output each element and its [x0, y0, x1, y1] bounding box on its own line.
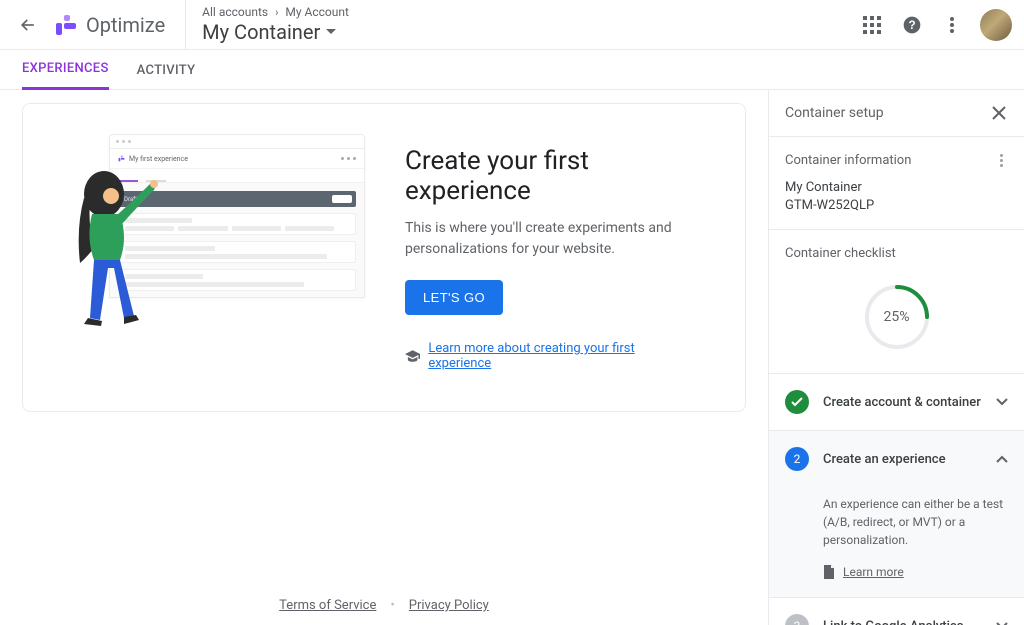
step-number-badge: 2: [785, 447, 809, 471]
close-icon: [992, 106, 1006, 120]
tab-activity[interactable]: ACTIVITY: [137, 50, 196, 90]
more-vert-icon: [1000, 154, 1003, 167]
checklist-item-link-analytics[interactable]: 3 Link to Google Analytics: [769, 598, 1024, 625]
app-header: Optimize All accounts › My Account My Co…: [0, 0, 1024, 50]
checklist-label: Container checklist: [785, 246, 896, 261]
check-done-icon: [785, 390, 809, 414]
container-info-label: Container information: [785, 153, 911, 168]
breadcrumb-all-accounts[interactable]: All accounts: [202, 5, 268, 19]
illustration: My first experience Draft: [71, 140, 371, 320]
container-selector[interactable]: My Container: [202, 20, 349, 44]
container-info-more-button[interactable]: [994, 154, 1008, 168]
checklist-item-title: Link to Google Analytics: [823, 619, 982, 625]
onboarding-card: My first experience Draft: [22, 103, 746, 412]
main-content: My first experience Draft: [0, 90, 768, 625]
more-button[interactable]: [940, 13, 964, 37]
container-name-value: My Container: [785, 180, 1008, 195]
container-id-value: GTM-W252QLP: [785, 198, 1008, 213]
apps-grid-icon: [863, 16, 881, 34]
arrow-left-icon: [18, 15, 38, 35]
side-panel: Container setup Container information My…: [768, 90, 1024, 625]
progress-text: 25%: [863, 283, 931, 351]
caret-down-icon: [326, 29, 336, 35]
checklist-section: Container checklist 25%: [769, 230, 1024, 374]
chevron-right-icon: ›: [275, 6, 278, 19]
apps-button[interactable]: [860, 13, 884, 37]
breadcrumb-area: All accounts › My Account My Container: [186, 0, 349, 50]
container-name: My Container: [202, 20, 320, 44]
help-icon: ?: [902, 15, 922, 35]
more-vert-icon: [950, 17, 954, 33]
lets-go-button[interactable]: LET'S GO: [405, 280, 503, 315]
close-sidepanel-button[interactable]: [990, 104, 1008, 122]
brand-name: Optimize: [86, 13, 165, 37]
document-icon: [823, 565, 835, 579]
progress-ring: 25%: [863, 283, 931, 351]
checklist-item-body: An experience can either be a test (A/B,…: [823, 495, 1008, 549]
tos-link[interactable]: Terms of Service: [279, 598, 376, 613]
tab-bar: EXPERIENCES ACTIVITY: [0, 50, 1024, 90]
card-title: Create your first experience: [405, 146, 689, 206]
container-info-section: Container information My Container GTM-W…: [769, 137, 1024, 230]
header-actions: ?: [860, 9, 1012, 41]
chevron-down-icon: [996, 398, 1008, 406]
footer: Terms of Service • Privacy Policy: [0, 598, 768, 613]
learn-more-link[interactable]: Learn more: [843, 563, 904, 581]
graduation-cap-icon: [405, 350, 420, 362]
breadcrumb: All accounts › My Account: [202, 5, 349, 19]
svg-text:?: ?: [908, 19, 915, 32]
brand: Optimize: [54, 0, 186, 50]
chevron-up-icon: [996, 455, 1008, 463]
checklist-item-create-account[interactable]: Create account & container: [769, 374, 1024, 431]
back-button[interactable]: [16, 13, 40, 37]
learn-more-link[interactable]: Learn more about creating your first exp…: [428, 341, 689, 371]
tab-experiences[interactable]: EXPERIENCES: [22, 50, 109, 90]
breadcrumb-my-account[interactable]: My Account: [285, 5, 349, 19]
person-illustration-icon: [66, 168, 164, 328]
card-description: This is where you'll create experiments …: [405, 218, 689, 260]
checklist-item-title: Create an experience: [823, 452, 982, 467]
checklist-item-header[interactable]: 2 Create an experience: [785, 447, 1008, 471]
checklist-item-title: Create account & container: [823, 395, 982, 410]
privacy-link[interactable]: Privacy Policy: [409, 598, 489, 613]
sidepanel-title: Container setup: [785, 105, 884, 121]
help-button[interactable]: ?: [900, 13, 924, 37]
optimize-logo-icon: [54, 13, 78, 37]
user-avatar[interactable]: [980, 9, 1012, 41]
step-number-badge: 3: [785, 614, 809, 625]
checklist-item-create-experience: 2 Create an experience An experience can…: [769, 431, 1024, 598]
